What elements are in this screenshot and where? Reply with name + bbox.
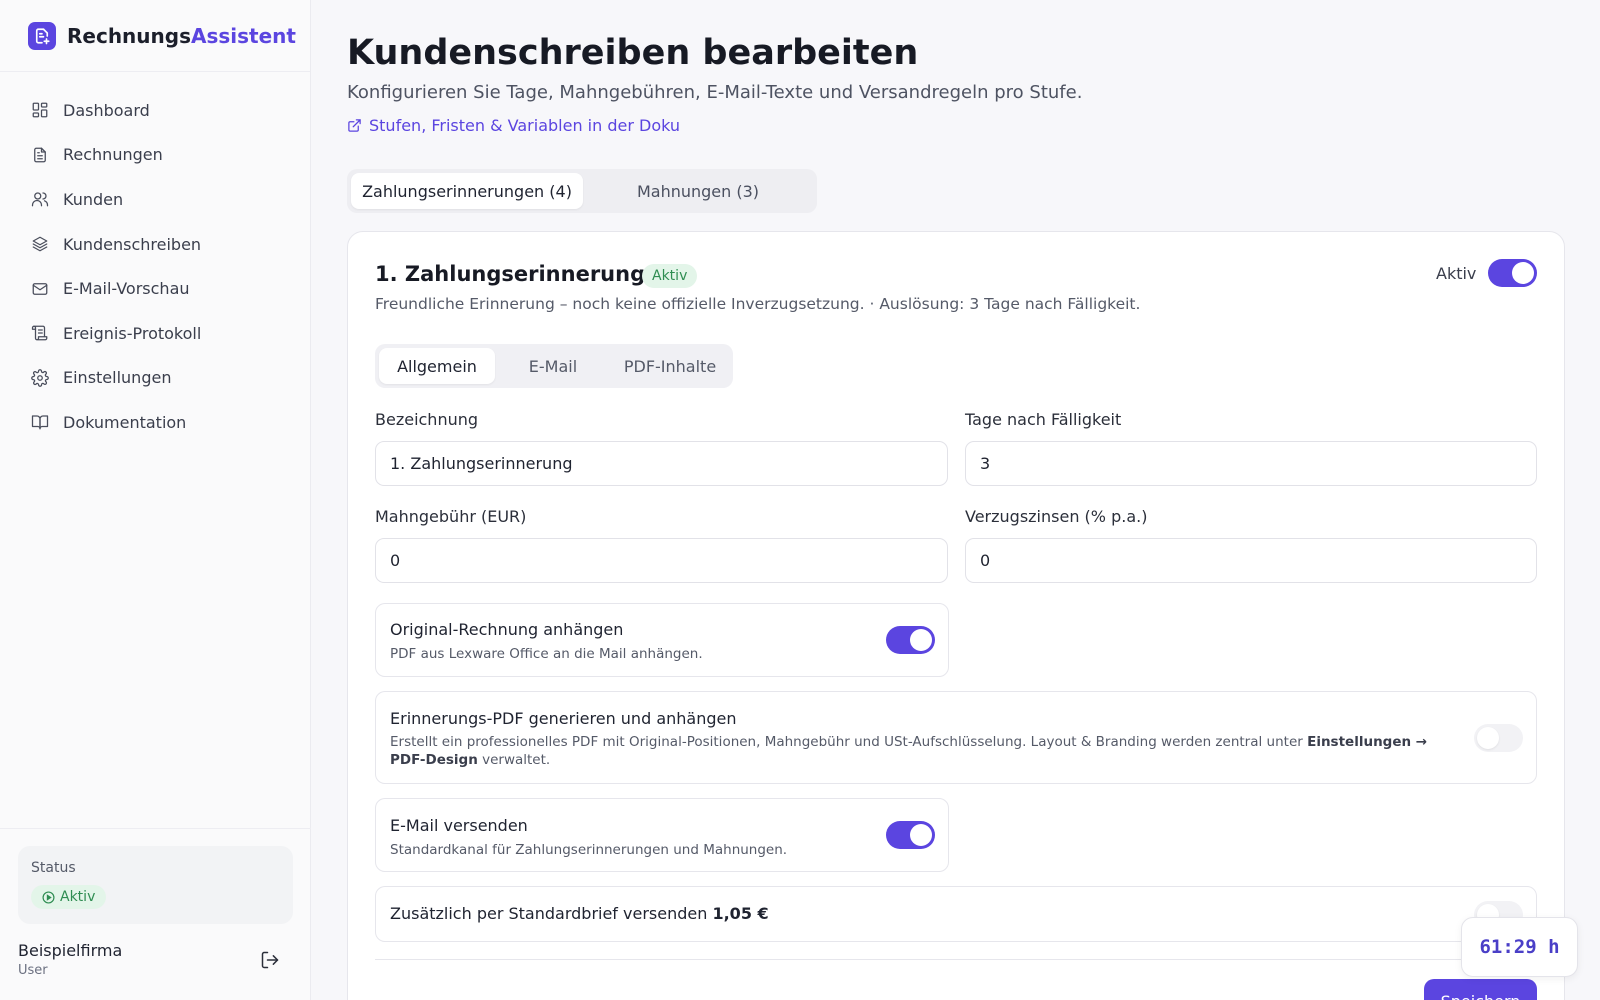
active-toggle[interactable] [1488, 259, 1537, 287]
option-description: PDF aus Lexware Office an die Mail anhän… [390, 646, 703, 662]
sidebar-item-label: Dashboard [63, 100, 150, 120]
document-plus-icon [28, 21, 56, 50]
stage-card: 1. Zahlungserinnerung Aktiv Freundliche … [347, 231, 1565, 1000]
tage-label: Tage nach Fälligkeit [965, 410, 1122, 429]
card-description: Freundliche Erinnerung – noch keine offi… [375, 295, 1141, 313]
card-footer-divider [375, 959, 1537, 960]
sidebar-nav: Dashboard Rechnungen Kunden Kundenschrei… [0, 72, 310, 445]
sidebar-item-email-vorschau[interactable]: E-Mail-Vorschau [0, 266, 310, 311]
play-circle-icon [42, 890, 55, 904]
option-title-text: Zusätzlich per Standardbrief versenden [390, 904, 713, 923]
status-badge: Aktiv [31, 885, 107, 909]
option-standard-letter: Zusätzlich per Standardbrief versenden 1… [375, 886, 1537, 942]
brand-name: RechnungsAssistent [67, 24, 296, 48]
dashboard-icon [32, 102, 48, 118]
brand-name-part1: Rechnungs [67, 23, 191, 48]
session-timer: 61:29 h [1461, 917, 1578, 977]
sidebar-item-label: Dokumentation [63, 412, 187, 432]
sidebar-item-kundenschreiben[interactable]: Kundenschreiben [0, 222, 310, 267]
option-description-text: verwaltet. [477, 752, 551, 768]
mahngebuehr-label: Mahngebühr (EUR) [375, 507, 527, 526]
sidebar-item-dashboard[interactable]: Dashboard [0, 88, 310, 133]
sidebar-item-ereignis-protokoll[interactable]: Ereignis-Protokoll [0, 311, 310, 356]
mahngebuehr-input[interactable] [375, 538, 948, 583]
mail-icon [32, 282, 48, 295]
option-title: Erinnerungs-PDF generieren und anhängen [390, 709, 737, 728]
option-description: Standardkanal für Zahlungserinnerungen u… [390, 842, 788, 858]
scroll-icon [31, 325, 48, 341]
sidebar-item-label: Ereignis-Protokoll [63, 323, 202, 343]
tage-input[interactable] [965, 441, 1537, 486]
save-button[interactable]: Speichern [1424, 979, 1537, 1000]
sidebar-item-label: Einstellungen [63, 368, 172, 388]
bezeichnung-label: Bezeichnung [375, 410, 479, 429]
sidebar-item-label: Kunden [63, 189, 124, 209]
sidebar-divider [0, 828, 311, 829]
status-badge: Aktiv [642, 264, 698, 288]
page-subtitle: Konfigurieren Sie Tage, Mahngebühren, E-… [347, 82, 1083, 103]
stage-tabs: Zahlungserinnerungen (4) Mahnungen (3) [347, 169, 817, 213]
doc-link[interactable]: Stufen, Fristen & Variablen in der Doku [347, 116, 680, 135]
brand-name-part2: Assistent [191, 23, 296, 48]
logout-icon [261, 951, 279, 969]
send-email-toggle[interactable] [886, 821, 935, 849]
verzugszinsen-input[interactable] [965, 538, 1537, 583]
tab-mahnungen[interactable]: Mahnungen (3) [583, 173, 813, 209]
attach-original-toggle[interactable] [886, 626, 935, 654]
logout-button[interactable] [260, 950, 280, 970]
tab-pdf-inhalte[interactable]: PDF-Inhalte [611, 348, 729, 384]
tab-email[interactable]: E-Mail [495, 348, 611, 384]
sidebar-item-label: E-Mail-Vorschau [63, 279, 190, 299]
option-title: Zusätzlich per Standardbrief versenden 1… [390, 904, 769, 923]
tab-allgemein[interactable]: Allgemein [379, 348, 495, 384]
option-attach-original: Original-Rechnung anhängen PDF aus Lexwa… [375, 603, 949, 677]
external-link-icon [348, 119, 361, 132]
sidebar-item-label: Rechnungen [63, 145, 163, 165]
status-value: Aktiv [60, 889, 96, 905]
sidebar: RechnungsAssistent Dashboard Rechnungen … [0, 0, 311, 1000]
option-title: Original-Rechnung anhängen [390, 620, 624, 639]
card-title: 1. Zahlungserinnerung [375, 262, 646, 286]
card-subtabs: Allgemein E-Mail PDF-Inhalte [375, 344, 733, 388]
option-description: Erstellt ein professionelles PDF mit Ori… [390, 733, 1460, 769]
tab-zahlungserinnerungen[interactable]: Zahlungserinnerungen (4) [351, 173, 583, 209]
document-icon [34, 147, 46, 163]
book-icon [31, 415, 49, 430]
sidebar-item-dokumentation[interactable]: Dokumentation [0, 400, 310, 445]
option-description-text: Erstellt ein professionelles PDF mit Ori… [390, 734, 1308, 750]
brand[interactable]: RechnungsAssistent [0, 0, 310, 72]
sidebar-item-einstellungen[interactable]: Einstellungen [0, 356, 310, 401]
layers-icon [32, 236, 48, 252]
active-toggle-label: Aktiv [1436, 264, 1477, 283]
option-send-email: E-Mail versenden Standardkanal für Zahlu… [375, 798, 949, 872]
user-name: Beispielfirma [18, 941, 123, 960]
sidebar-item-rechnungen[interactable]: Rechnungen [0, 133, 310, 178]
gear-icon [31, 369, 49, 387]
status-box: Status Aktiv [18, 846, 293, 924]
bezeichnung-input[interactable] [375, 441, 948, 486]
users-icon [31, 192, 49, 207]
sidebar-item-label: Kundenschreiben [63, 234, 202, 254]
letter-price: 1,05 € [712, 904, 769, 923]
page-title: Kundenschreiben bearbeiten [347, 33, 919, 73]
option-title: E-Mail versenden [390, 816, 528, 835]
option-reminder-pdf: Erinnerungs-PDF generieren und anhängen … [375, 691, 1537, 784]
reminder-pdf-toggle[interactable] [1474, 724, 1523, 752]
doc-link-label: Stufen, Fristen & Variablen in der Doku [369, 116, 681, 135]
sidebar-item-kunden[interactable]: Kunden [0, 177, 310, 222]
status-title: Status [31, 860, 76, 876]
user-role: User [18, 963, 48, 978]
verzugszinsen-label: Verzugszinsen (% p.a.) [965, 507, 1148, 526]
